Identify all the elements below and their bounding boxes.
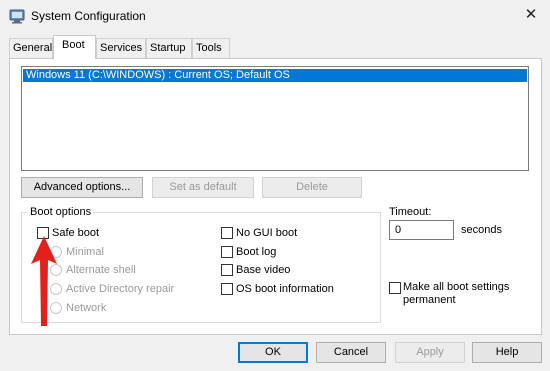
tab-startup[interactable]: Startup — [146, 38, 192, 58]
delete-label: Delete — [296, 181, 328, 193]
set-as-default-button[interactable]: Set as default — [152, 177, 254, 198]
cancel-button[interactable]: Cancel — [316, 342, 386, 363]
tab-general[interactable]: General — [9, 38, 53, 58]
tab-tools[interactable]: Tools — [192, 38, 230, 58]
help-button[interactable]: Help — [472, 342, 542, 363]
set-as-default-label: Set as default — [169, 181, 237, 193]
annotation-arrow-icon — [31, 236, 57, 326]
apply-button[interactable]: Apply — [395, 342, 465, 363]
timeout-input[interactable]: 0 — [389, 220, 454, 240]
network-label: Network — [66, 302, 107, 314]
no-gui-boot-checkbox[interactable] — [221, 227, 233, 239]
advanced-options-button[interactable]: Advanced options... — [21, 177, 143, 198]
apply-label: Apply — [416, 346, 444, 358]
advanced-options-label: Advanced options... — [33, 181, 131, 193]
os-boot-information-label: OS boot information — [236, 283, 334, 295]
delete-button[interactable]: Delete — [262, 177, 362, 198]
make-permanent-checkbox[interactable] — [389, 282, 401, 294]
active-directory-repair-label: Active Directory repair — [66, 283, 175, 295]
timeout-label: Timeout: — [389, 206, 432, 218]
cancel-label: Cancel — [333, 346, 369, 358]
alternate-shell-label: Alternate shell — [66, 264, 136, 276]
boot-options-legend: Boot options — [28, 206, 94, 218]
os-boot-information-checkbox[interactable] — [221, 283, 233, 295]
os-list-item[interactable]: Windows 11 (C:\WINDOWS) : Current OS; De… — [23, 69, 527, 82]
os-list[interactable]: Windows 11 (C:\WINDOWS) : Current OS; De… — [21, 66, 529, 171]
ok-label: OK — [265, 346, 281, 358]
minimal-label: Minimal — [66, 246, 104, 258]
safe-boot-label: Safe boot — [52, 227, 100, 239]
base-video-label: Base video — [236, 264, 291, 276]
make-permanent-label-line2: permanent — [403, 294, 456, 306]
window-title: System Configuration — [31, 9, 146, 23]
seconds-label: seconds — [461, 224, 502, 236]
boot-log-label: Boot log — [236, 246, 277, 258]
tab-boot[interactable]: Boot — [53, 35, 96, 59]
tab-services[interactable]: Services — [96, 38, 146, 58]
make-permanent-label-line1: Make all boot settings — [403, 281, 510, 293]
no-gui-boot-label: No GUI boot — [236, 227, 298, 239]
help-label: Help — [495, 346, 519, 358]
system-config-icon — [9, 9, 25, 24]
boot-log-checkbox[interactable] — [221, 246, 233, 258]
ok-button[interactable]: OK — [238, 342, 308, 363]
base-video-checkbox[interactable] — [221, 264, 233, 276]
close-icon[interactable]: ✕ — [516, 4, 546, 28]
